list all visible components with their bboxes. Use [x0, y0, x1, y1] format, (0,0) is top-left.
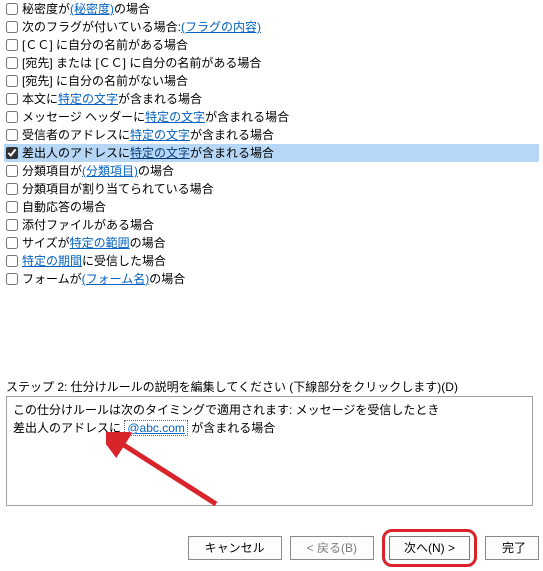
- condition-checkbox[interactable]: [6, 237, 18, 249]
- condition-text: 分類項目が割り当てられている場合: [22, 180, 214, 198]
- desc-line2-pre: 差出人のアドレスに: [13, 421, 124, 435]
- condition-row[interactable]: 秘密度が (秘密度) の場合: [4, 0, 539, 18]
- condition-link[interactable]: 特定の期間: [22, 252, 82, 270]
- condition-text: 次のフラグが付いている場合:: [22, 18, 181, 36]
- condition-link[interactable]: 特定の文字: [58, 90, 118, 108]
- condition-text: メッセージ ヘッダーに: [22, 108, 145, 126]
- condition-checkbox[interactable]: [6, 165, 18, 177]
- condition-checkbox[interactable]: [6, 111, 18, 123]
- condition-label: サイズが 特定の範囲 の場合: [22, 234, 166, 252]
- condition-label: [ＣＣ] に自分の名前がある場合: [22, 36, 188, 54]
- condition-link[interactable]: 特定の文字: [130, 144, 190, 162]
- condition-row[interactable]: 分類項目が割り当てられている場合: [4, 180, 539, 198]
- condition-label: 特定の期間 に受信した場合: [22, 252, 166, 270]
- condition-text: の場合: [138, 162, 174, 180]
- condition-text: 差出人のアドレスに: [22, 144, 130, 162]
- condition-checkbox[interactable]: [6, 75, 18, 87]
- condition-label: 次のフラグが付いている場合: (フラグの内容): [22, 18, 261, 36]
- desc-line2-post: が含まれる場合: [188, 421, 275, 435]
- condition-text: が含まれる場合: [190, 144, 274, 162]
- back-button: < 戻る(B): [290, 536, 374, 560]
- condition-link[interactable]: (フォーム名): [82, 270, 150, 288]
- condition-text: 本文に: [22, 90, 58, 108]
- rule-description-line1: この仕分けルールは次のタイミングで適用されます: メッセージを受信したとき: [13, 401, 526, 419]
- condition-text: [ＣＣ] に自分の名前がある場合: [22, 36, 188, 54]
- next-button-highlight: 次へ(N) >: [382, 529, 477, 567]
- cancel-button[interactable]: キャンセル: [188, 536, 282, 560]
- conditions-list: 秘密度が (秘密度) の場合次のフラグが付いている場合: (フラグの内容)[ＣＣ…: [0, 0, 543, 288]
- condition-text: の場合: [114, 0, 150, 18]
- wizard-button-bar: キャンセル < 戻る(B) 次へ(N) > 完了: [188, 529, 539, 567]
- condition-row[interactable]: 差出人のアドレスに 特定の文字 が含まれる場合: [4, 144, 539, 162]
- condition-label: 添付ファイルがある場合: [22, 216, 154, 234]
- condition-label: フォームが (フォーム名) の場合: [22, 270, 185, 288]
- rule-description-box: この仕分けルールは次のタイミングで適用されます: メッセージを受信したとき 差出…: [6, 396, 533, 506]
- condition-text: の場合: [149, 270, 185, 288]
- condition-row[interactable]: 受信者のアドレスに 特定の文字 が含まれる場合: [4, 126, 539, 144]
- condition-label: 分類項目が (分類項目) の場合: [22, 162, 174, 180]
- condition-text: が含まれる場合: [118, 90, 202, 108]
- condition-row[interactable]: 特定の期間 に受信した場合: [4, 252, 539, 270]
- condition-text: [宛先] に自分の名前がない場合: [22, 72, 188, 90]
- condition-link[interactable]: (秘密度): [70, 0, 114, 18]
- condition-checkbox[interactable]: [6, 129, 18, 141]
- condition-row[interactable]: 分類項目が (分類項目) の場合: [4, 162, 539, 180]
- condition-label: [宛先] に自分の名前がない場合: [22, 72, 188, 90]
- condition-text: 添付ファイルがある場合: [22, 216, 154, 234]
- condition-row[interactable]: メッセージ ヘッダーに 特定の文字 が含まれる場合: [4, 108, 539, 126]
- condition-link[interactable]: (フラグの内容): [181, 18, 261, 36]
- condition-row[interactable]: [宛先] に自分の名前がない場合: [4, 72, 539, 90]
- condition-label: 本文に 特定の文字 が含まれる場合: [22, 90, 202, 108]
- condition-checkbox[interactable]: [6, 201, 18, 213]
- condition-label: 秘密度が (秘密度) の場合: [22, 0, 150, 18]
- condition-link[interactable]: 特定の文字: [145, 108, 205, 126]
- condition-link[interactable]: 特定の文字: [130, 126, 190, 144]
- condition-checkbox[interactable]: [6, 273, 18, 285]
- condition-link[interactable]: (分類項目): [82, 162, 138, 180]
- condition-checkbox[interactable]: [6, 219, 18, 231]
- condition-checkbox[interactable]: [6, 183, 18, 195]
- condition-checkbox[interactable]: [6, 93, 18, 105]
- rule-description-line2: 差出人のアドレスに @abc.com が含まれる場合: [13, 419, 526, 437]
- condition-text: フォームが: [22, 270, 82, 288]
- condition-checkbox[interactable]: [6, 147, 18, 159]
- condition-link[interactable]: 特定の範囲: [70, 234, 130, 252]
- condition-text: が含まれる場合: [205, 108, 289, 126]
- condition-label: 自動応答の場合: [22, 198, 106, 216]
- condition-row[interactable]: 自動応答の場合: [4, 198, 539, 216]
- condition-row[interactable]: 本文に 特定の文字 が含まれる場合: [4, 90, 539, 108]
- condition-text: が含まれる場合: [190, 126, 274, 144]
- finish-button[interactable]: 完了: [485, 536, 539, 560]
- step2-label: ステップ 2: 仕分けルールの説明を編集してください (下線部分をクリックします…: [6, 378, 458, 395]
- condition-text: 秘密度が: [22, 0, 70, 18]
- condition-label: 差出人のアドレスに 特定の文字 が含まれる場合: [22, 144, 274, 162]
- condition-checkbox[interactable]: [6, 21, 18, 33]
- condition-text: に受信した場合: [82, 252, 166, 270]
- condition-checkbox[interactable]: [6, 57, 18, 69]
- condition-label: [宛先] または [ＣＣ] に自分の名前がある場合: [22, 54, 261, 72]
- condition-text: 分類項目が: [22, 162, 82, 180]
- condition-checkbox[interactable]: [6, 39, 18, 51]
- condition-row[interactable]: [宛先] または [ＣＣ] に自分の名前がある場合: [4, 54, 539, 72]
- condition-row[interactable]: [ＣＣ] に自分の名前がある場合: [4, 36, 539, 54]
- condition-checkbox[interactable]: [6, 255, 18, 267]
- condition-row[interactable]: フォームが (フォーム名) の場合: [4, 270, 539, 288]
- condition-text: 自動応答の場合: [22, 198, 106, 216]
- condition-row[interactable]: 添付ファイルがある場合: [4, 216, 539, 234]
- next-button[interactable]: 次へ(N) >: [389, 536, 470, 560]
- condition-label: 受信者のアドレスに 特定の文字 が含まれる場合: [22, 126, 274, 144]
- condition-text: サイズが: [22, 234, 70, 252]
- sender-address-value-link[interactable]: @abc.com: [124, 420, 188, 436]
- condition-label: 分類項目が割り当てられている場合: [22, 180, 214, 198]
- condition-row[interactable]: 次のフラグが付いている場合: (フラグの内容): [4, 18, 539, 36]
- condition-label: メッセージ ヘッダーに 特定の文字 が含まれる場合: [22, 108, 289, 126]
- condition-row[interactable]: サイズが 特定の範囲 の場合: [4, 234, 539, 252]
- condition-text: の場合: [130, 234, 166, 252]
- condition-text: 受信者のアドレスに: [22, 126, 130, 144]
- condition-text: [宛先] または [ＣＣ] に自分の名前がある場合: [22, 54, 261, 72]
- condition-checkbox[interactable]: [6, 3, 18, 15]
